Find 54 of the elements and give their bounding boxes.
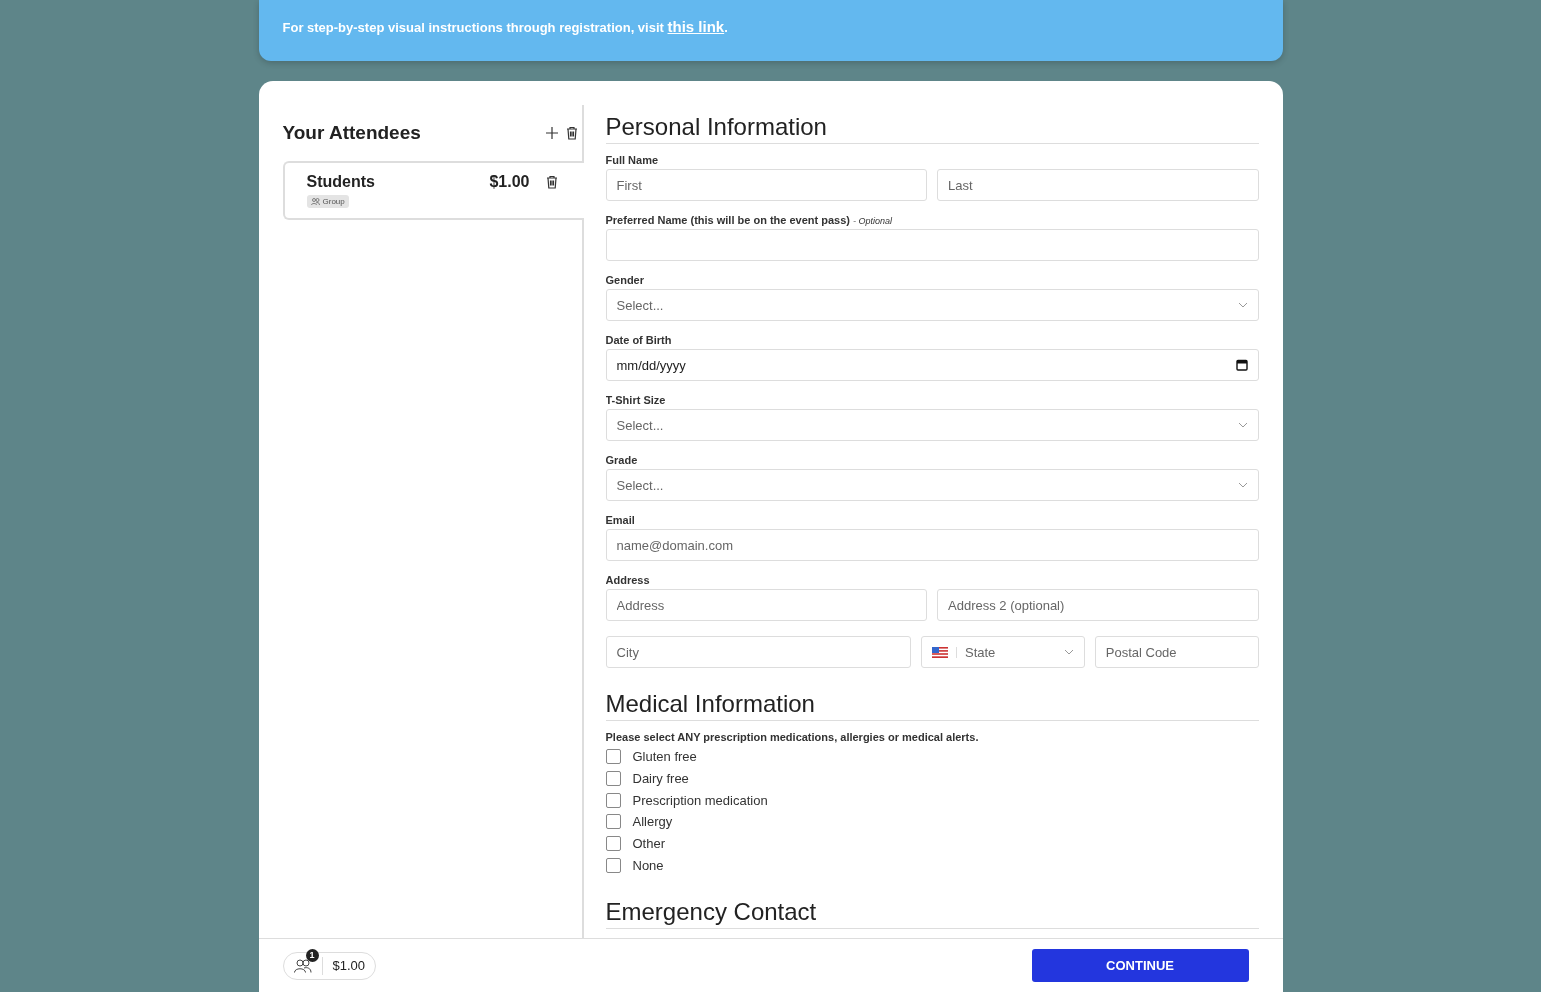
people-icon [310,198,320,205]
select-field[interactable]: Select... [605,289,1259,321]
attendees-title: Your Attendees [282,122,422,144]
attendee-price: $1.00 [489,173,530,191]
checkbox[interactable] [605,771,621,787]
group-tag: Group [306,195,349,208]
checkbox[interactable] [605,749,621,765]
field-label: Email [605,514,636,526]
flag-icon [932,646,957,658]
select-field[interactable]: Select... [605,469,1259,501]
cart-total: $1.00 [332,958,366,973]
field-label: T-Shirt Size [605,394,667,406]
attendee-card[interactable]: Students $1.00 Group [282,161,584,220]
chevron-down-icon [1237,482,1248,488]
checkbox[interactable] [605,857,621,873]
text-field[interactable]: Address [605,589,927,621]
chevron-down-icon [1237,302,1248,308]
checkbox[interactable] [605,836,621,852]
checkbox-label: Gluten free [632,749,697,765]
text-field[interactable]: Postal Code [1094,636,1259,668]
continue-button[interactable]: CONTINUE [1031,949,1249,982]
field-label: Full Name [605,154,660,166]
calendar-icon [1235,359,1248,371]
field-label: Preferred Name (this will be on the event pass) - Optional [605,214,894,226]
text-field[interactable]: City [605,636,911,668]
text-field[interactable]: Last [937,169,1259,201]
field-label: Gender [605,274,645,286]
checkbox[interactable] [605,814,621,830]
text-field[interactable]: Address 2 (optional) [937,589,1259,621]
date-field[interactable]: mm/dd/yyyy [605,349,1259,381]
checkbox[interactable] [605,792,621,808]
instructions-text: For step-by-step visual instructions through registration, visit this link. [282,18,729,35]
text-field[interactable]: First [605,169,927,201]
field-label: Please select ANY prescription medications, allergies or medical alerts. [605,731,980,743]
people-icon [293,958,312,973]
text-field[interactable]: name@domain.com [605,529,1259,561]
chevron-down-icon [1063,649,1074,655]
field-label: Address [605,574,651,586]
checkbox-label: Prescription medication [632,792,768,808]
section-title: Personal Information [605,113,1259,144]
checkbox-label: Dairy free [632,771,689,787]
section-title: Medical Information [605,690,1259,721]
field-label: Date of Birth [605,334,673,346]
checkbox-label: Other [632,836,665,852]
state-select[interactable]: State [921,636,1085,668]
count-badge: 1 [305,948,319,962]
chevron-down-icon [1237,422,1248,428]
field-label: Grade [605,454,639,466]
select-field[interactable]: Select... [605,409,1259,441]
text-field[interactable] [605,229,1259,261]
checkbox-label: Allergy [632,814,673,830]
section-title: Emergency Contact [605,898,1259,930]
checkbox-label: None [632,857,664,873]
attendee-name: Students [306,173,376,191]
